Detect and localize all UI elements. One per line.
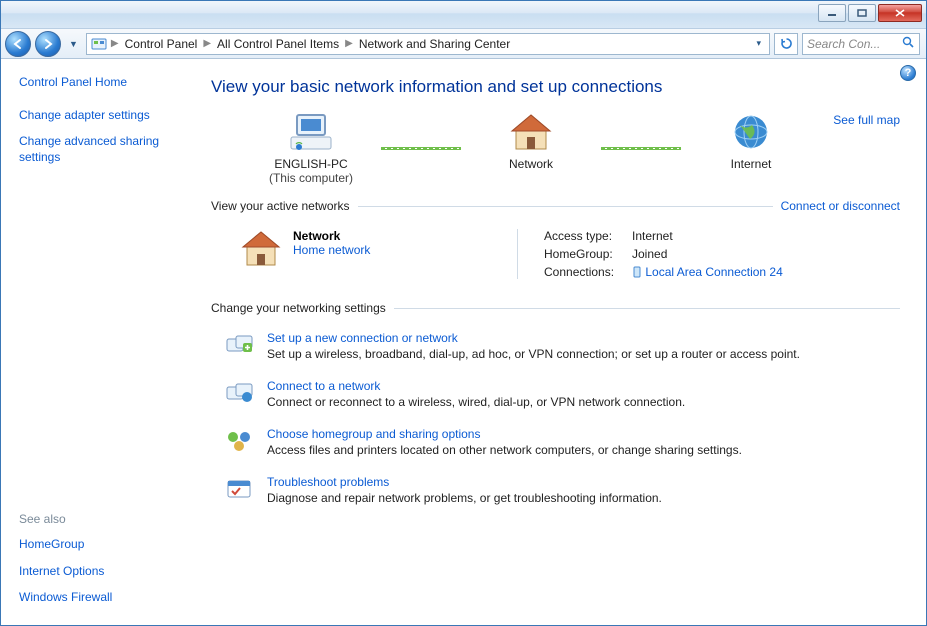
- control-panel-icon: [91, 36, 107, 52]
- task-desc: Access files and printers located on oth…: [267, 443, 742, 457]
- address-bar[interactable]: ▶ Control Panel ▶ All Control Panel Item…: [86, 33, 770, 55]
- connect-disconnect-link[interactable]: Connect or disconnect: [773, 199, 900, 213]
- connections-label: Connections:: [544, 265, 632, 279]
- control-panel-home-link[interactable]: Control Panel Home: [19, 75, 189, 89]
- chevron-right-icon: ▶: [201, 38, 213, 49]
- titlebar: [1, 1, 926, 29]
- search-input[interactable]: Search Con...: [802, 33, 920, 55]
- home-network-icon: [239, 229, 279, 265]
- setup-connection-icon: [225, 331, 253, 359]
- task-desc: Diagnose and repair network problems, or…: [267, 491, 662, 505]
- seealso-internet-options[interactable]: Internet Options: [19, 563, 189, 579]
- connection-link[interactable]: Local Area Connection 24: [645, 265, 782, 279]
- breadcrumb-network-sharing[interactable]: Network and Sharing Center: [357, 35, 512, 53]
- close-button[interactable]: [878, 4, 922, 22]
- chevron-right-icon: ▶: [109, 38, 121, 49]
- access-type-label: Access type:: [544, 229, 632, 243]
- sidebar: Control Panel Home Change adapter settin…: [1, 59, 201, 625]
- task-title[interactable]: Choose homegroup and sharing options: [267, 427, 742, 441]
- network-type-link[interactable]: Home network: [293, 243, 370, 257]
- help-icon[interactable]: ?: [900, 65, 916, 81]
- see-also-label: See also: [19, 512, 189, 526]
- globe-icon: [727, 111, 775, 153]
- back-button[interactable]: [5, 31, 31, 57]
- task-title[interactable]: Connect to a network: [267, 379, 685, 393]
- network-map: See full map ENGLISH-PC (This computer): [211, 107, 900, 185]
- minimize-button[interactable]: [818, 4, 846, 22]
- see-full-map-link[interactable]: See full map: [833, 113, 900, 127]
- window-frame: ▼ ▶ Control Panel ▶ All Control Panel It…: [0, 0, 927, 626]
- this-computer-sublabel: (This computer): [269, 171, 353, 185]
- connect-network-icon: [225, 379, 253, 407]
- computer-icon: [287, 111, 335, 153]
- sidebar-change-advanced-sharing[interactable]: Change advanced sharing settings: [19, 133, 189, 165]
- content-body: Control Panel Home Change adapter settin…: [1, 59, 926, 625]
- network-name: Network: [293, 229, 370, 243]
- maximize-button[interactable]: [848, 4, 876, 22]
- task-homegroup-sharing[interactable]: Choose homegroup and sharing options Acc…: [225, 421, 900, 469]
- nic-icon: [632, 265, 645, 279]
- refresh-button[interactable]: [774, 33, 798, 55]
- internet-label: Internet: [731, 157, 772, 171]
- task-list: Set up a new connection or network Set u…: [211, 325, 900, 517]
- forward-button[interactable]: [35, 31, 61, 57]
- sidebar-change-adapter[interactable]: Change adapter settings: [19, 107, 189, 123]
- breadcrumb-all-items[interactable]: All Control Panel Items: [215, 35, 341, 53]
- addressbar-dropdown-icon[interactable]: ▾: [752, 38, 765, 49]
- search-placeholder: Search Con...: [807, 37, 880, 51]
- network-label: Network: [509, 157, 553, 171]
- seealso-homegroup[interactable]: HomeGroup: [19, 536, 189, 552]
- map-internet[interactable]: Internet: [681, 111, 821, 185]
- task-desc: Set up a wireless, broadband, dial-up, a…: [267, 347, 800, 361]
- page-title: View your basic network information and …: [211, 77, 900, 97]
- access-type-value: Internet: [632, 229, 783, 243]
- active-network-row: Network Home network Access type: Intern…: [211, 223, 900, 287]
- map-network[interactable]: Network: [461, 111, 601, 185]
- change-settings-header: Change your networking settings: [211, 301, 900, 315]
- map-this-computer[interactable]: ENGLISH-PC (This computer): [241, 111, 381, 185]
- troubleshoot-icon: [225, 475, 253, 503]
- breadcrumb-control-panel[interactable]: Control Panel: [123, 35, 200, 53]
- seealso-windows-firewall[interactable]: Windows Firewall: [19, 589, 189, 605]
- chevron-right-icon: ▶: [343, 38, 355, 49]
- map-connection-line: [381, 147, 461, 150]
- task-title[interactable]: Troubleshoot problems: [267, 475, 662, 489]
- map-connection-line: [601, 147, 681, 150]
- search-icon: [902, 36, 915, 52]
- task-connect-network[interactable]: Connect to a network Connect or reconnec…: [225, 373, 900, 421]
- task-title[interactable]: Set up a new connection or network: [267, 331, 800, 345]
- task-setup-connection[interactable]: Set up a new connection or network Set u…: [225, 325, 900, 373]
- homegroup-value-link[interactable]: Joined: [632, 247, 783, 261]
- computer-name: ENGLISH-PC: [274, 157, 347, 171]
- network-house-icon: [507, 111, 555, 153]
- main-pane: ? View your basic network information an…: [201, 59, 926, 625]
- homegroup-icon: [225, 427, 253, 455]
- task-desc: Connect or reconnect to a wireless, wire…: [267, 395, 685, 409]
- navigation-toolbar: ▼ ▶ Control Panel ▶ All Control Panel It…: [1, 29, 926, 59]
- homegroup-label: HomeGroup:: [544, 247, 632, 261]
- task-troubleshoot[interactable]: Troubleshoot problems Diagnose and repai…: [225, 469, 900, 517]
- history-dropdown-icon[interactable]: ▼: [65, 39, 82, 49]
